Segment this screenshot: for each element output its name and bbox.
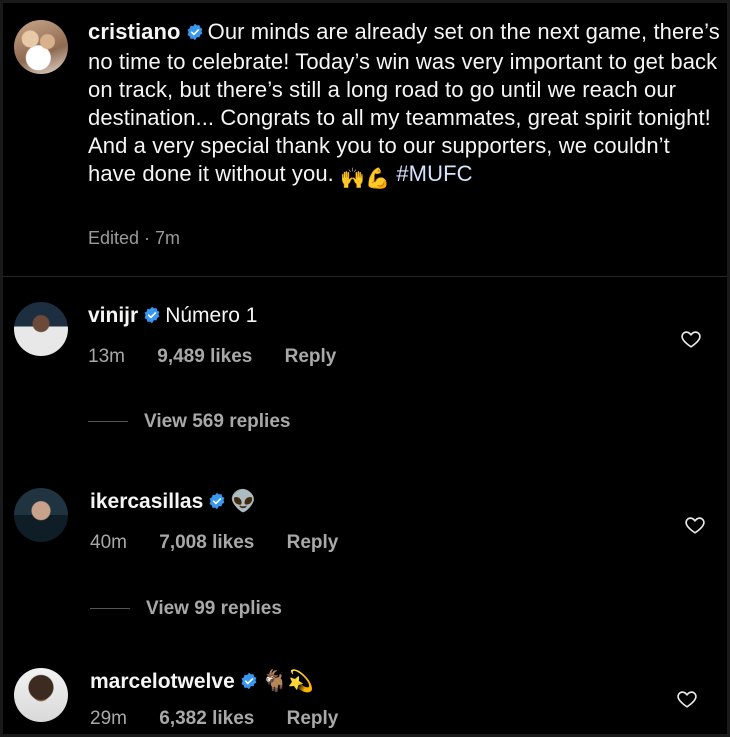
replies-divider-line <box>90 608 130 610</box>
comment-line: ikercasillas 👽 <box>90 488 365 518</box>
verified-badge-icon <box>143 304 161 332</box>
comment-time: 13m <box>88 346 125 367</box>
avatar-cristiano[interactable] <box>14 20 68 74</box>
caption-username[interactable]: cristiano <box>88 19 181 44</box>
comment-marcelotwelve: marcelotwelve 🐐💫 29m 6,382 likes Reply <box>14 668 720 737</box>
post-caption: cristiano Our minds are already set on th… <box>14 18 720 274</box>
comment-ikercasillas: ikercasillas 👽 40m 7,008 likes Reply View… <box>14 488 720 628</box>
caption-emojis: 🙌💪 <box>340 168 391 190</box>
comment-body: ikercasillas 👽 40m 7,008 likes Reply <box>90 488 365 554</box>
comment-username[interactable]: marcelotwelve <box>90 670 235 693</box>
view-replies-button[interactable]: View 569 replies <box>88 411 290 433</box>
heart-icon[interactable] <box>684 514 706 536</box>
reply-button[interactable]: Reply <box>287 532 339 554</box>
avatar-ikercasillas[interactable] <box>14 488 68 542</box>
hashtag-link[interactable]: #MUFC <box>396 161 472 186</box>
comment-likes[interactable]: 9,489 likes <box>157 346 252 368</box>
comment-username[interactable]: ikercasillas <box>90 490 203 513</box>
caption-text-block: cristiano Our minds are already set on th… <box>88 18 720 193</box>
comment-line: vinijr Número 1 <box>88 302 363 332</box>
comment-meta: 13m 9,489 likes Reply <box>88 346 363 368</box>
comment-time: 29m <box>90 708 127 729</box>
edited-timestamp: Edited · 7m <box>88 228 181 248</box>
caption-divider <box>0 276 730 277</box>
reply-button[interactable]: Reply <box>287 708 339 730</box>
heart-icon[interactable] <box>680 328 702 350</box>
view-replies-label: View 569 replies <box>144 411 291 432</box>
comment-text: 👽 <box>230 490 257 513</box>
comment-meta: 40m 7,008 likes Reply <box>90 532 365 554</box>
avatar-marcelotwelve[interactable] <box>14 668 68 722</box>
verified-badge-icon <box>240 670 258 698</box>
comment-body: marcelotwelve 🐐💫 29m 6,382 likes Reply <box>90 668 365 730</box>
comment-line: marcelotwelve 🐐💫 <box>90 668 365 698</box>
avatar-vinijr[interactable] <box>14 302 68 356</box>
heart-icon[interactable] <box>676 688 698 710</box>
verified-badge-icon <box>186 20 204 48</box>
comment-likes[interactable]: 6,382 likes <box>159 708 254 730</box>
comment-likes[interactable]: 7,008 likes <box>159 532 254 554</box>
comment-text: Número 1 <box>165 304 258 327</box>
comment-text: 🐐💫 <box>261 670 315 693</box>
comment-meta: 29m 6,382 likes Reply <box>90 708 365 730</box>
verified-badge-icon <box>208 490 226 518</box>
view-replies-button[interactable]: View 99 replies <box>90 598 282 620</box>
replies-divider-line <box>88 421 128 423</box>
reply-button[interactable]: Reply <box>285 346 337 368</box>
comment-username[interactable]: vinijr <box>88 304 138 327</box>
view-replies-label: View 99 replies <box>146 598 282 619</box>
comment-body: vinijr Número 1 13m 9,489 likes Reply <box>88 302 363 368</box>
comment-time: 40m <box>90 532 127 553</box>
comment-vinijr: vinijr Número 1 13m 9,489 likes Reply Vie… <box>14 302 720 442</box>
